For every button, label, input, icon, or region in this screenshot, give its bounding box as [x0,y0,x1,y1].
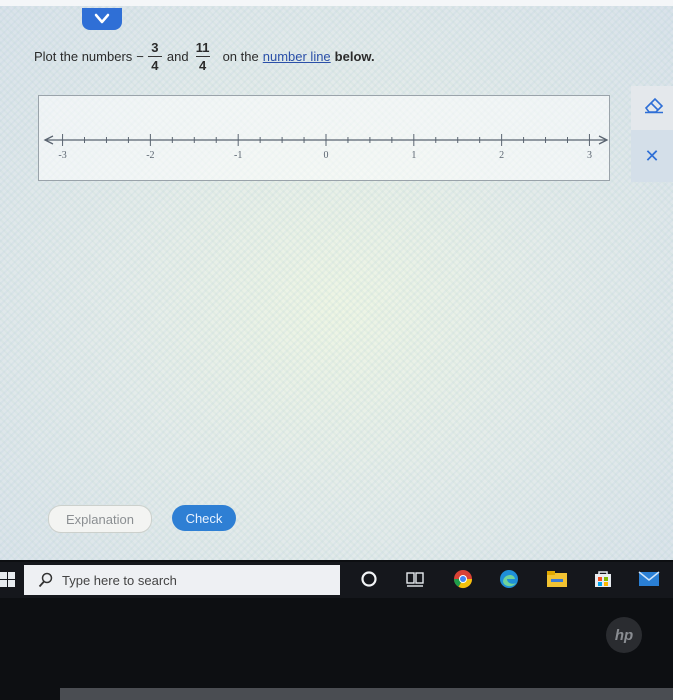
fraction1-denominator: 4 [151,57,159,73]
check-button[interactable]: Check [172,505,236,531]
fraction-negative-three-fourths: 3 4 [147,39,162,73]
fraction2-denominator: 4 [198,57,207,73]
clear-button[interactable]: ✕ [631,130,673,182]
hp-logo-text: hp [614,626,634,644]
search-icon [38,572,53,588]
chevron-down-icon [94,13,110,24]
number-line-area[interactable]: -3 -2 -1 0 1 2 3 [38,95,610,181]
screen: Plot the numbers − 3 4 and 11 4 on the n… [0,0,673,560]
number-line-link[interactable]: number line [263,49,331,64]
question-prefix: Plot the numbers [34,48,133,64]
negative-sign: − [136,48,144,64]
chrome-icon[interactable] [450,568,476,590]
windows-start-icon[interactable] [0,570,16,590]
question-text: Plot the numbers − 3 4 and 11 4 on the n… [34,32,375,80]
fraction-eleven-fourths: 11 4 [195,39,210,73]
fraction1-numerator: 3 [151,39,159,55]
mail-icon[interactable] [636,568,662,590]
fraction-bar [195,55,210,57]
tool-sidebar: ✕ [631,86,673,182]
eraser-icon[interactable] [643,96,665,114]
question-conjunction: and [166,48,189,64]
fraction-bar [147,55,162,57]
task-view-icon[interactable] [402,568,428,590]
explanation-button[interactable]: Explanation [48,505,152,533]
cortana-circle-icon[interactable] [356,568,382,590]
tick-label: 2 [499,150,504,161]
top-strip [0,0,673,6]
file-explorer-icon[interactable] [544,568,570,590]
laptop-frame-edge [60,688,673,700]
question-suffix: below. [334,48,375,64]
question-middle: on the [222,48,259,64]
edge-icon[interactable] [496,568,522,590]
hp-logo: hp [606,617,642,653]
tick-label: -1 [234,150,242,161]
taskbar-search-box[interactable]: Type here to search [24,565,340,595]
fraction2-numerator: 11 [195,39,210,55]
microsoft-store-icon[interactable] [590,568,616,590]
tick-label: 0 [324,150,329,161]
search-placeholder: Type here to search [62,572,177,588]
number-line[interactable]: -3 -2 -1 0 1 2 3 [39,96,609,180]
tick-label: 3 [587,150,592,161]
tick-label: -2 [146,150,154,161]
tick-label: 1 [411,150,416,161]
tick-label: -3 [58,150,66,161]
close-icon: ✕ [644,145,660,166]
collapse-chevron-button[interactable] [82,8,122,30]
